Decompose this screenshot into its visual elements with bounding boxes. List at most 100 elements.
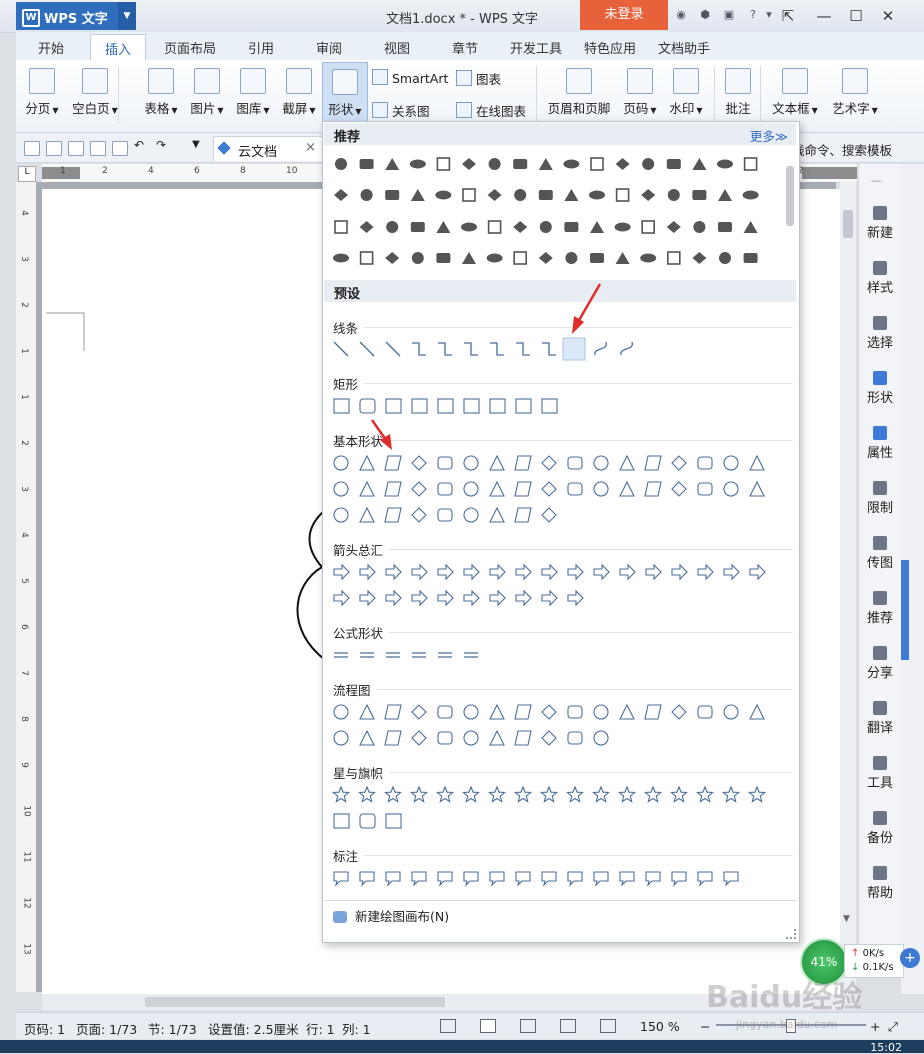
arrow-shape-icon[interactable] xyxy=(515,589,532,607)
restore-ribbon-icon[interactable]: ⇱ xyxy=(774,4,802,28)
basic-shape-icon[interactable] xyxy=(411,455,427,471)
basic-shape-icon[interactable] xyxy=(671,481,687,497)
line-shape-icon[interactable] xyxy=(620,341,633,356)
rectangle-shape-icon[interactable] xyxy=(411,398,428,414)
callout-shape-icon[interactable] xyxy=(385,871,401,887)
basic-shape-icon[interactable] xyxy=(749,480,765,497)
arrow-shape-icon[interactable] xyxy=(645,563,662,581)
recommended-shape-icon[interactable] xyxy=(565,252,578,264)
callout-shape-icon[interactable] xyxy=(541,871,557,887)
export-pdf-icon[interactable] xyxy=(68,141,84,156)
basic-shape-icon[interactable] xyxy=(463,507,479,523)
star-shape-icon[interactable] xyxy=(461,785,481,803)
maximize-button[interactable]: ☐ xyxy=(842,4,870,28)
smartart-button[interactable]: SmartArt xyxy=(372,69,448,86)
flowchart-shape-icon[interactable] xyxy=(489,703,505,720)
zoom-out-icon[interactable]: − xyxy=(700,1019,710,1034)
feedback-icon[interactable]: ▣ xyxy=(722,8,736,22)
star-shape-icon[interactable] xyxy=(695,785,715,803)
flowchart-shape-icon[interactable] xyxy=(463,730,479,746)
line-shape-icon[interactable] xyxy=(333,341,349,357)
basic-shape-icon[interactable] xyxy=(359,454,375,471)
star-shape-icon[interactable] xyxy=(513,785,533,803)
zoom-level[interactable]: 150 % xyxy=(640,1019,680,1034)
recommended-shape-icon[interactable] xyxy=(487,220,502,234)
basic-shape-icon[interactable] xyxy=(671,455,687,471)
star-shape-icon[interactable] xyxy=(643,785,663,803)
recommended-shape-icon[interactable] xyxy=(615,188,630,202)
settings-icon[interactable]: ⬢ xyxy=(698,8,712,22)
blank-page-button[interactable]: 空白页 ▼ xyxy=(68,62,122,117)
recommended-shape-icon[interactable] xyxy=(410,189,425,201)
arrow-shape-icon[interactable] xyxy=(541,563,558,581)
callout-shape-icon[interactable] xyxy=(723,871,739,887)
shapes-button[interactable]: 形状 ▼ xyxy=(322,62,368,122)
chevron-down-icon[interactable]: ▼ xyxy=(192,139,206,152)
recommended-shape-icon[interactable] xyxy=(462,188,476,202)
basic-shape-icon[interactable] xyxy=(333,507,349,523)
side-item-new[interactable]: 新建 xyxy=(859,206,901,241)
basic-shape-icon[interactable] xyxy=(619,454,635,471)
arrow-shape-icon[interactable] xyxy=(385,589,402,607)
banner-shape-icon[interactable] xyxy=(359,813,376,829)
recommended-shape-icon[interactable] xyxy=(538,158,553,170)
basic-shape-icon[interactable] xyxy=(697,482,713,496)
side-item-share[interactable]: 分享 xyxy=(859,646,901,681)
recommended-shape-icon[interactable] xyxy=(667,189,680,201)
recommended-shape-icon[interactable] xyxy=(334,189,348,201)
recommended-shape-icon[interactable] xyxy=(410,222,425,232)
recommended-shape-icon[interactable] xyxy=(564,189,579,201)
line-shape-icon[interactable] xyxy=(516,342,530,356)
basic-shape-icon[interactable] xyxy=(697,456,713,470)
recommended-shape-icon[interactable] xyxy=(435,190,452,200)
callout-shape-icon[interactable] xyxy=(567,871,583,887)
vertical-scrollbar[interactable]: ▼ xyxy=(840,182,856,992)
recommended-shape-icon[interactable] xyxy=(436,157,451,171)
flowchart-shape-icon[interactable] xyxy=(541,730,557,746)
recommended-shape-icon[interactable] xyxy=(666,159,681,169)
basic-shape-icon[interactable] xyxy=(359,506,375,523)
basic-shape-icon[interactable] xyxy=(723,481,739,497)
recommended-shape-icon[interactable] xyxy=(385,190,400,200)
arrow-shape-icon[interactable] xyxy=(489,589,506,607)
equation-shape-icon[interactable] xyxy=(360,652,374,658)
star-shape-icon[interactable] xyxy=(331,785,351,803)
callout-shape-icon[interactable] xyxy=(515,871,531,887)
page-number-button[interactable]: 页码 ▼ xyxy=(618,62,662,117)
arrow-shape-icon[interactable] xyxy=(697,563,714,581)
web-view-icon[interactable] xyxy=(560,1019,576,1033)
flowchart-shape-icon[interactable] xyxy=(644,704,662,720)
side-item-style[interactable]: 样式 xyxy=(859,261,901,296)
tab-features[interactable]: 特色应用 xyxy=(584,38,636,57)
side-item-shapes[interactable]: 形状 xyxy=(859,371,901,406)
basic-shape-icon[interactable] xyxy=(514,455,532,471)
recommended-shape-icon[interactable] xyxy=(615,252,630,264)
flowchart-shape-icon[interactable] xyxy=(593,704,609,720)
line-shape-icon[interactable] xyxy=(359,341,375,357)
textbox-button[interactable]: 文本框 ▼ xyxy=(768,62,822,117)
star-shape-icon[interactable] xyxy=(409,785,429,803)
star-shape-icon[interactable] xyxy=(591,785,611,803)
star-shape-icon[interactable] xyxy=(487,785,507,803)
close-icon[interactable]: × xyxy=(305,140,316,155)
recommended-shape-icon[interactable] xyxy=(641,189,656,201)
equation-shape-icon[interactable] xyxy=(438,652,452,658)
equation-shape-icon[interactable] xyxy=(386,652,400,658)
star-shape-icon[interactable] xyxy=(721,785,741,803)
recommended-shape-icon[interactable] xyxy=(719,252,731,264)
arrow-shape-icon[interactable] xyxy=(723,563,740,581)
fit-window-icon[interactable]: ⤢ xyxy=(888,1019,898,1035)
basic-shape-icon[interactable] xyxy=(541,455,557,471)
tab-references[interactable]: 引用 xyxy=(248,38,274,57)
print-preview-icon[interactable] xyxy=(112,141,128,156)
recommended-shape-icon[interactable] xyxy=(359,159,374,169)
star-shape-icon[interactable] xyxy=(435,785,455,803)
open-icon[interactable] xyxy=(24,141,40,156)
rectangle-shape-icon[interactable] xyxy=(489,398,506,414)
login-button[interactable]: 未登录 xyxy=(580,0,668,30)
recommended-shape-icon[interactable] xyxy=(692,190,707,200)
arrow-shape-icon[interactable] xyxy=(749,563,766,581)
recommended-shape-icon[interactable] xyxy=(462,158,476,170)
side-item-properties[interactable]: 属性 xyxy=(859,426,901,461)
star-shape-icon[interactable] xyxy=(747,785,767,803)
